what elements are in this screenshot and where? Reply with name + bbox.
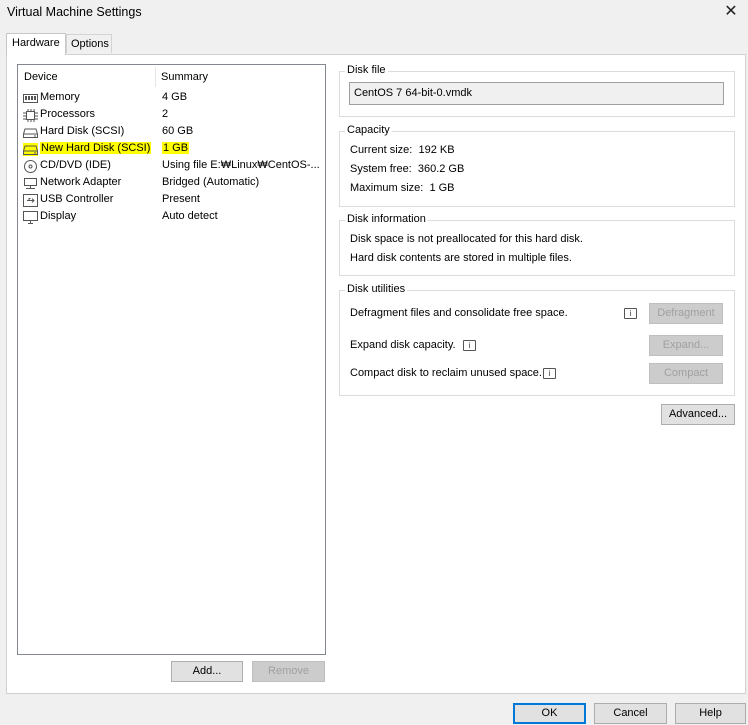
- expand-description: Expand disk capacity.: [350, 339, 456, 351]
- device-name: CD/DVD (IDE): [40, 159, 111, 171]
- device-name: USB Controller: [40, 193, 114, 205]
- maximum-size-text: Maximum size: 1 GB: [350, 182, 455, 194]
- summary-column-header[interactable]: Summary: [161, 71, 208, 83]
- defragment-description: Defragment files and consolidate free sp…: [350, 307, 568, 319]
- cancel-button[interactable]: Cancel: [594, 703, 667, 724]
- display-icon: [23, 211, 38, 224]
- device-column-header[interactable]: Device: [24, 71, 58, 83]
- info-icon[interactable]: i: [543, 368, 556, 379]
- usb-icon: [23, 194, 38, 207]
- device-row-processors[interactable]: Processors 2: [22, 107, 322, 124]
- memory-icon: [23, 92, 38, 105]
- device-summary: 4 GB: [162, 91, 188, 103]
- expand-button[interactable]: Expand...: [649, 335, 723, 356]
- info-icon[interactable]: i: [624, 308, 637, 319]
- device-name: New Hard Disk (SCSI): [40, 142, 152, 154]
- disk-information-group: Disk information: [339, 213, 735, 276]
- network-adapter-icon: [23, 177, 38, 190]
- device-name: Processors: [40, 108, 96, 120]
- device-row-memory[interactable]: Memory 4 GB: [22, 90, 322, 107]
- device-row-hard-disk[interactable]: Hard Disk (SCSI) 60 GB: [22, 124, 322, 141]
- compact-description: Compact disk to reclaim unused space.: [350, 367, 542, 379]
- device-summary: Using file E:₩Linux₩CentOS-...: [162, 159, 320, 171]
- disk-info-line-2: Hard disk contents are stored in multipl…: [350, 252, 572, 264]
- disk-info-line-1: Disk space is not preallocated for this …: [350, 233, 583, 245]
- device-row-cd-dvd[interactable]: CD/DVD (IDE) Using file E:₩Linux₩CentOS-…: [22, 158, 322, 175]
- close-icon[interactable]: ✕: [720, 1, 742, 23]
- tab-hardware[interactable]: Hardware: [6, 33, 66, 55]
- disk-information-group-label: Disk information: [345, 213, 428, 225]
- device-summary: Present: [162, 193, 200, 205]
- device-summary: 2: [162, 108, 169, 120]
- disk-file-group-label: Disk file: [345, 64, 388, 76]
- disk-file-field[interactable]: CentOS 7 64-bit-0.vmdk: [349, 82, 724, 105]
- ok-button[interactable]: OK: [513, 703, 586, 724]
- hard-disk-icon: [23, 143, 38, 156]
- device-row-usb-controller[interactable]: USB Controller Present: [22, 192, 322, 209]
- column-divider: [155, 67, 156, 87]
- cd-dvd-icon: [23, 160, 38, 173]
- device-row-display[interactable]: Display Auto detect: [22, 209, 322, 226]
- device-name: Display: [40, 210, 77, 222]
- device-summary: 1 GB: [162, 142, 190, 154]
- info-icon[interactable]: i: [463, 340, 476, 351]
- device-name: Hard Disk (SCSI): [40, 125, 125, 137]
- advanced-button[interactable]: Advanced...: [661, 404, 735, 425]
- processor-icon: [23, 109, 38, 122]
- disk-utilities-group-label: Disk utilities: [345, 283, 408, 295]
- device-name: Network Adapter: [40, 176, 122, 188]
- system-free-text: System free: 360.2 GB: [350, 163, 465, 175]
- current-size-text: Current size: 192 KB: [350, 144, 455, 156]
- tab-options[interactable]: Options: [66, 34, 112, 53]
- window-title: Virtual Machine Settings: [7, 5, 142, 19]
- compact-button[interactable]: Compact: [649, 363, 723, 384]
- remove-button[interactable]: Remove: [252, 661, 325, 682]
- capacity-group-label: Capacity: [345, 124, 392, 136]
- help-button[interactable]: Help: [675, 703, 746, 724]
- device-summary: Bridged (Automatic): [162, 176, 260, 188]
- hard-disk-icon: [23, 126, 38, 139]
- defragment-button[interactable]: Defragment: [649, 303, 723, 324]
- device-summary: 60 GB: [162, 125, 194, 137]
- device-row-new-hard-disk[interactable]: New Hard Disk (SCSI) 1 GB: [22, 141, 322, 158]
- device-summary: Auto detect: [162, 210, 218, 222]
- add-button[interactable]: Add...: [171, 661, 243, 682]
- device-row-network-adapter[interactable]: Network Adapter Bridged (Automatic): [22, 175, 322, 192]
- device-name: Memory: [40, 91, 80, 103]
